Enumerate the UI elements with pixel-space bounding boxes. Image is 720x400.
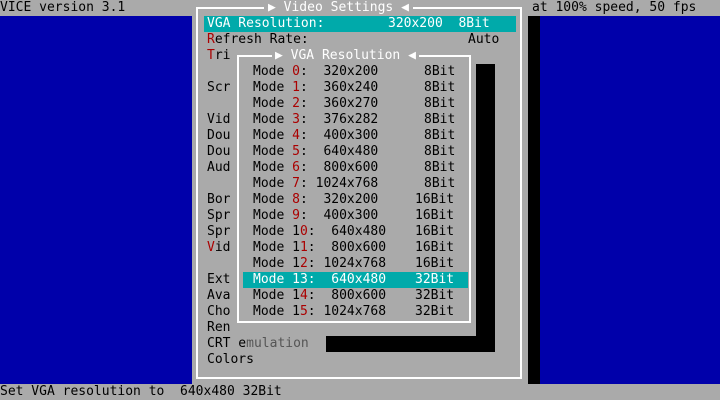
mode-bit-depth: 16Bit [415,192,455,207]
mode-item[interactable]: Mode 14: 800x600 [253,288,386,304]
mode-item[interactable]: Mode 8: 320x200 [253,192,378,208]
mode-item[interactable]: Mode 9: 400x300 [253,208,378,224]
video-settings-title: ▶ Video Settings ◀ [264,0,413,16]
colors-item[interactable]: Colors [207,352,254,368]
mode-item[interactable]: Mode 7: 1024x768 [253,176,378,192]
menu-dark-column [476,64,495,352]
mode-bit-depth: 8Bit [424,128,456,143]
partial-row-label[interactable]: Bor [207,192,230,208]
partial-row-label[interactable]: Dou [207,144,230,160]
mode-bit-depth: 8Bit [424,112,456,127]
mode-item[interactable]: Mode 2: 360x270 [253,96,378,112]
partial-row-label[interactable]: Vid [207,112,230,128]
mode-bit-depth: 32Bit [415,304,455,319]
mode-bit-depth: 32Bit [415,272,455,287]
mode-bit-depth: 8Bit [424,64,456,79]
mode-item[interactable]: Mode 1: 360x240 [253,80,378,96]
partial-row-label[interactable]: Dou [207,128,230,144]
mode-item[interactable]: Mode 5: 640x480 [253,144,378,160]
partial-row-label[interactable]: Scr [207,80,230,96]
mode-bit-depth: 16Bit [415,224,455,239]
vga-resolution-title: ▶ VGA Resolution ◀ [272,48,419,64]
mode-item[interactable]: Mode 10: 640x480 [253,224,386,240]
vga-resolution-label: VGA Resolution: [207,16,325,31]
partial-row-label[interactable]: Ren [207,320,230,336]
app-title: VICE version 3.1 [0,0,126,15]
partial-row-label[interactable]: Ext [207,272,230,288]
mode-item[interactable]: Mode 4: 400x300 [253,128,378,144]
mode-bit-depth: 8Bit [424,80,456,95]
crt-dark-strip [326,336,495,352]
mode-bit-depth: 8Bit [424,160,456,175]
mode-item[interactable]: Mode 13: 640x480 [253,272,386,288]
mode-bit-depth: 16Bit [415,208,455,223]
crt-emulation-item[interactable]: CRT emulation [207,336,309,352]
mode-bit-depth: 16Bit [415,240,455,255]
vga-resolution-value: 320x200 8Bit [388,16,490,31]
partial-row-label[interactable]: Cho [207,304,230,320]
refresh-rate-label[interactable]: Refresh Rate: [207,32,309,48]
mode-bit-depth: 8Bit [424,96,456,111]
mode-bit-depth: 16Bit [415,256,455,271]
mode-item[interactable]: Mode 6: 800x600 [253,160,378,176]
partial-row-label[interactable]: Ava [207,288,230,304]
partial-row-value: Off [478,48,502,63]
mode-bit-depth: 8Bit [424,176,456,191]
mode-bit-depth: 32Bit [415,288,455,303]
refresh-rate-value: Auto [468,32,500,47]
mode-item[interactable]: Mode 15: 1024x768 [253,304,386,320]
mode-item[interactable]: Mode 0: 320x200 [253,64,378,80]
status-message: Set VGA resolution to 640x480 32Bit [0,384,282,399]
mode-item[interactable]: Mode 11: 800x600 [253,240,386,256]
partial-row-label[interactable]: Spr [207,208,230,224]
mode-item[interactable]: Mode 3: 376x282 [253,112,378,128]
partial-row-label[interactable]: Vid [207,240,230,256]
mode-item[interactable]: Mode 12: 1024x768 [253,256,386,272]
partial-row-label[interactable]: Spr [207,224,230,240]
speed-indicator: at 100% speed, 50 fps [532,0,697,15]
mode-bit-depth: 8Bit [424,144,456,159]
partial-row-label[interactable]: Aud [207,160,230,176]
partial-row-label[interactable]: Tri [207,48,230,64]
